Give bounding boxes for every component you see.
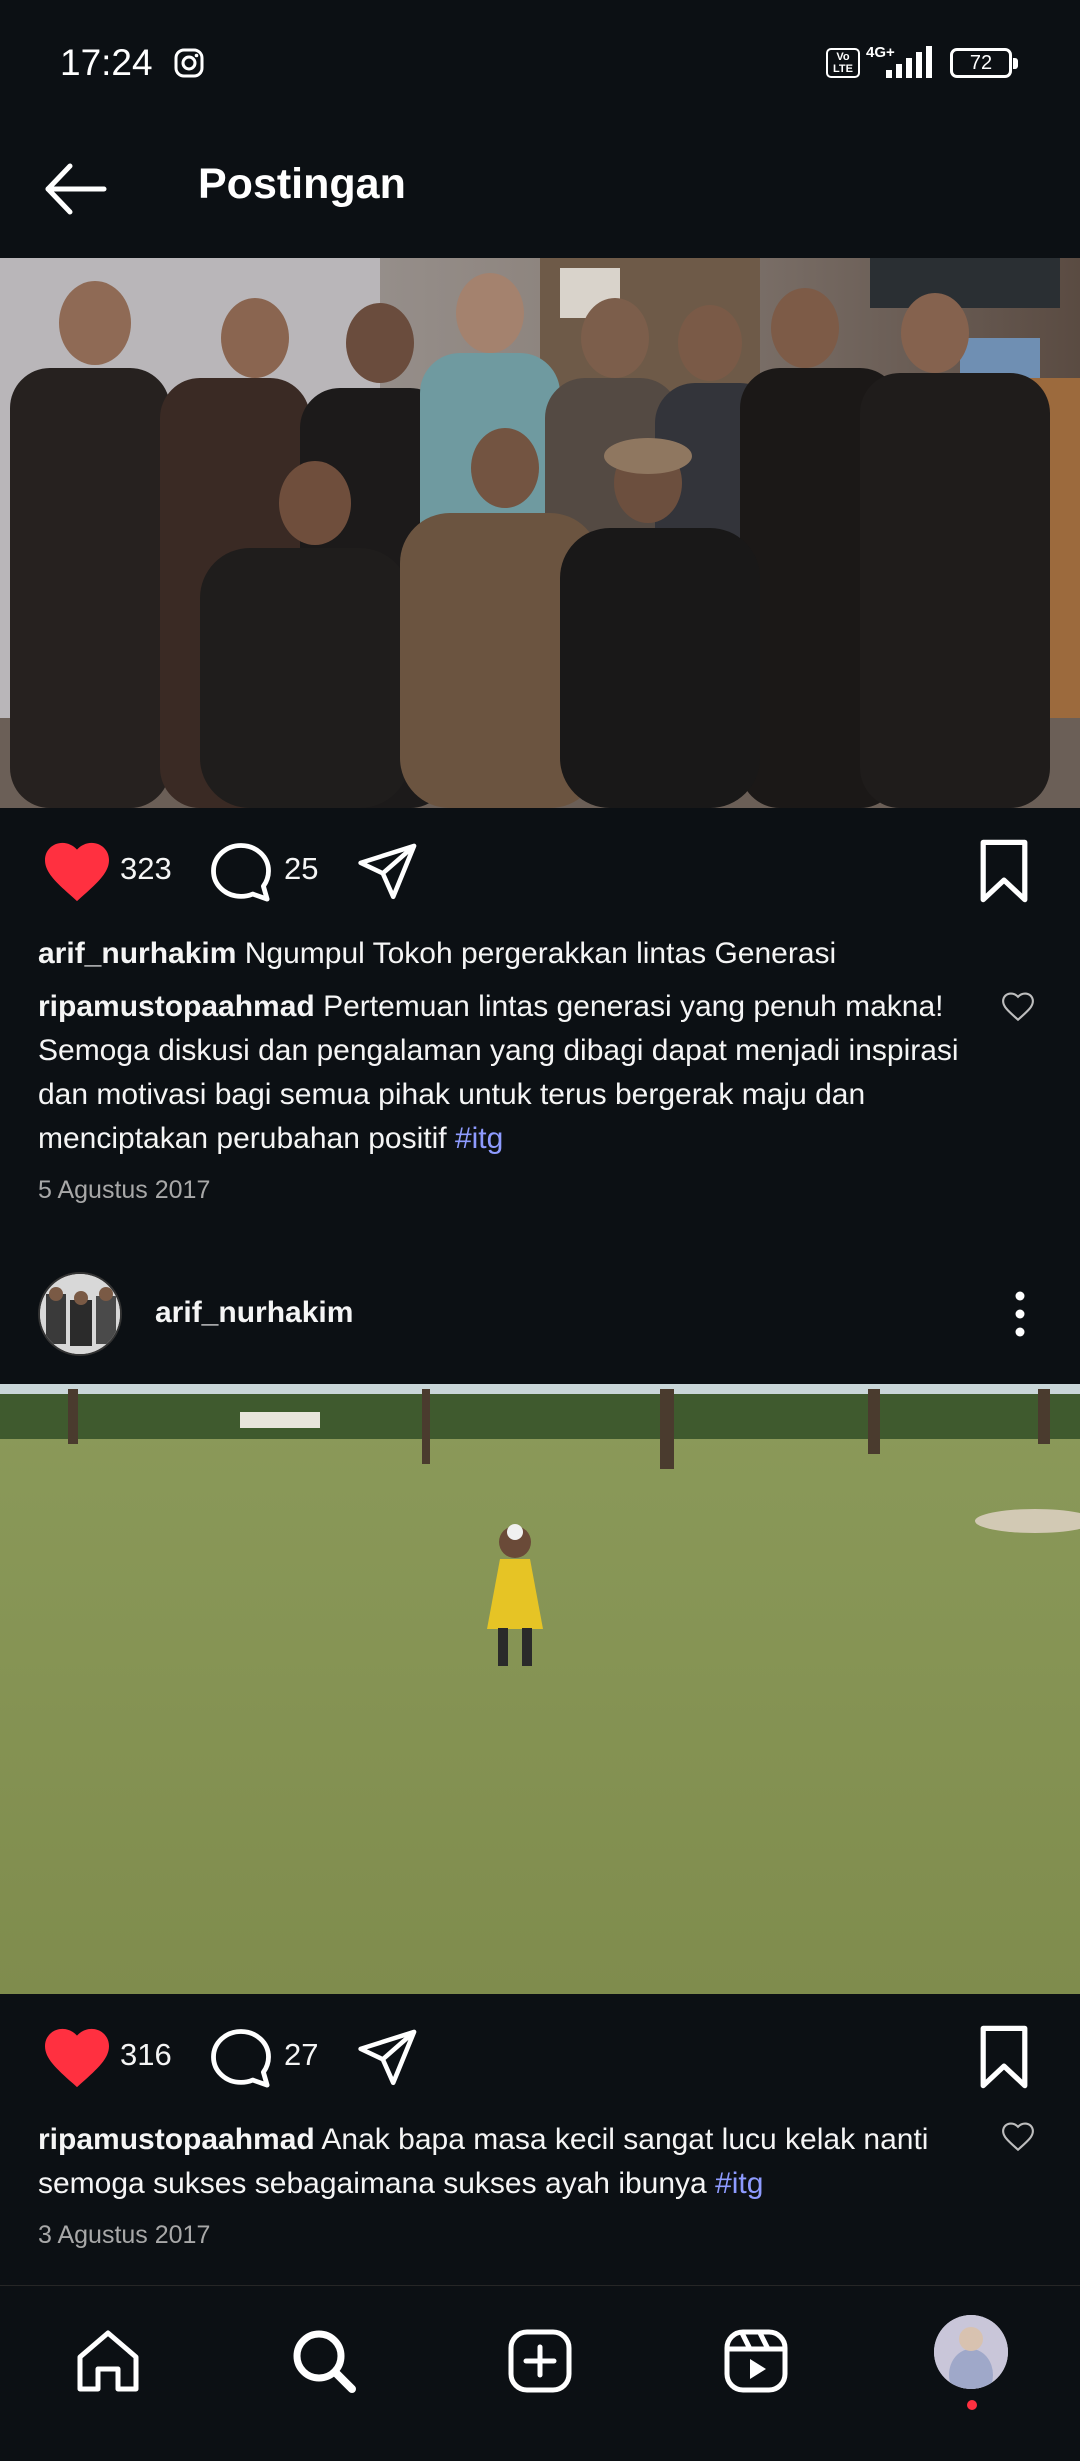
bottom-navigation bbox=[0, 2285, 1080, 2461]
nav-create-button[interactable] bbox=[500, 2321, 580, 2401]
battery-level: 72 bbox=[969, 52, 993, 74]
comment-username[interactable]: ripamustopaahmad bbox=[38, 990, 315, 1023]
bookmark-icon[interactable] bbox=[978, 838, 1030, 904]
back-button[interactable] bbox=[40, 154, 110, 224]
post-1-photo[interactable] bbox=[0, 258, 1080, 808]
battery-tip bbox=[1013, 58, 1018, 69]
comment-icon[interactable] bbox=[208, 840, 274, 906]
plus-square-icon bbox=[508, 2329, 572, 2393]
status-bar: 17:24 Vo LTE 4G+ 72 bbox=[0, 0, 1080, 130]
nav-reels-button[interactable] bbox=[716, 2321, 796, 2401]
arrow-left-icon bbox=[45, 163, 107, 215]
group-photo-image bbox=[0, 258, 1080, 808]
volte-icon: Vo LTE bbox=[826, 48, 860, 78]
status-time: 17:24 bbox=[60, 42, 153, 83]
post-1-actions: 323 25 bbox=[0, 808, 1080, 938]
post-2-actions: 316 27 bbox=[0, 1994, 1080, 2124]
post-1-date: 5 Agustus 2017 bbox=[38, 1176, 211, 1204]
caption-text: Ngumpul Tokoh pergerakkan lintas Generas… bbox=[244, 937, 837, 970]
nav-profile-avatar[interactable] bbox=[934, 2315, 1008, 2389]
post-1-comment: ripamustopaahmad Pertemuan lintas genera… bbox=[38, 985, 988, 1161]
post-1-like-count[interactable]: 323 bbox=[120, 851, 172, 887]
send-icon[interactable] bbox=[356, 2028, 420, 2088]
notification-dot bbox=[967, 2400, 977, 2410]
post-2-photo[interactable] bbox=[0, 1384, 1080, 1994]
post-1-comment-count[interactable]: 25 bbox=[284, 851, 318, 887]
instagram-notification-icon bbox=[174, 48, 204, 78]
profile-avatar-image bbox=[934, 2315, 1008, 2389]
heart-icon[interactable] bbox=[42, 2026, 112, 2090]
signal-icon bbox=[886, 46, 932, 78]
comment-username[interactable]: ripamustopaahmad bbox=[38, 2123, 315, 2156]
more-vertical-icon[interactable] bbox=[1000, 1284, 1040, 1344]
post-2-comment-count[interactable]: 27 bbox=[284, 2037, 318, 2073]
comment-like-heart-icon[interactable] bbox=[1001, 2120, 1035, 2154]
heart-icon[interactable] bbox=[42, 840, 112, 904]
hashtag-link[interactable]: #itg bbox=[715, 2167, 763, 2200]
post-2-date: 3 Agustus 2017 bbox=[38, 2221, 211, 2249]
home-icon bbox=[77, 2330, 139, 2392]
post-1-caption: arif_nurhakim Ngumpul Tokoh pergerakkan … bbox=[38, 932, 988, 976]
battery-indicator: 72 bbox=[950, 48, 1020, 80]
comment-icon[interactable] bbox=[208, 2026, 274, 2092]
avatar[interactable] bbox=[38, 1272, 122, 1356]
post-2-like-count[interactable]: 316 bbox=[120, 2037, 172, 2073]
hashtag-link[interactable]: #itg bbox=[455, 1122, 503, 1155]
reels-icon bbox=[724, 2329, 788, 2393]
post-2-header: arif_nurhakim bbox=[0, 1264, 1080, 1384]
park-photo-image bbox=[0, 1384, 1080, 1994]
comment-like-heart-icon[interactable] bbox=[1001, 990, 1035, 1024]
nav-home-button[interactable] bbox=[68, 2321, 148, 2401]
send-icon[interactable] bbox=[356, 842, 420, 902]
page-header: Postingan bbox=[0, 130, 1080, 258]
caption-username[interactable]: arif_nurhakim bbox=[38, 937, 236, 970]
bookmark-icon[interactable] bbox=[978, 2024, 1030, 2090]
avatar-image bbox=[40, 1274, 120, 1354]
post-2-username[interactable]: arif_nurhakim bbox=[155, 1296, 353, 1330]
nav-search-button[interactable] bbox=[284, 2321, 364, 2401]
post-2-comment: ripamustopaahmad Anak bapa masa kecil sa… bbox=[38, 2118, 988, 2206]
search-icon bbox=[293, 2330, 356, 2393]
page-title: Postingan bbox=[198, 160, 406, 208]
